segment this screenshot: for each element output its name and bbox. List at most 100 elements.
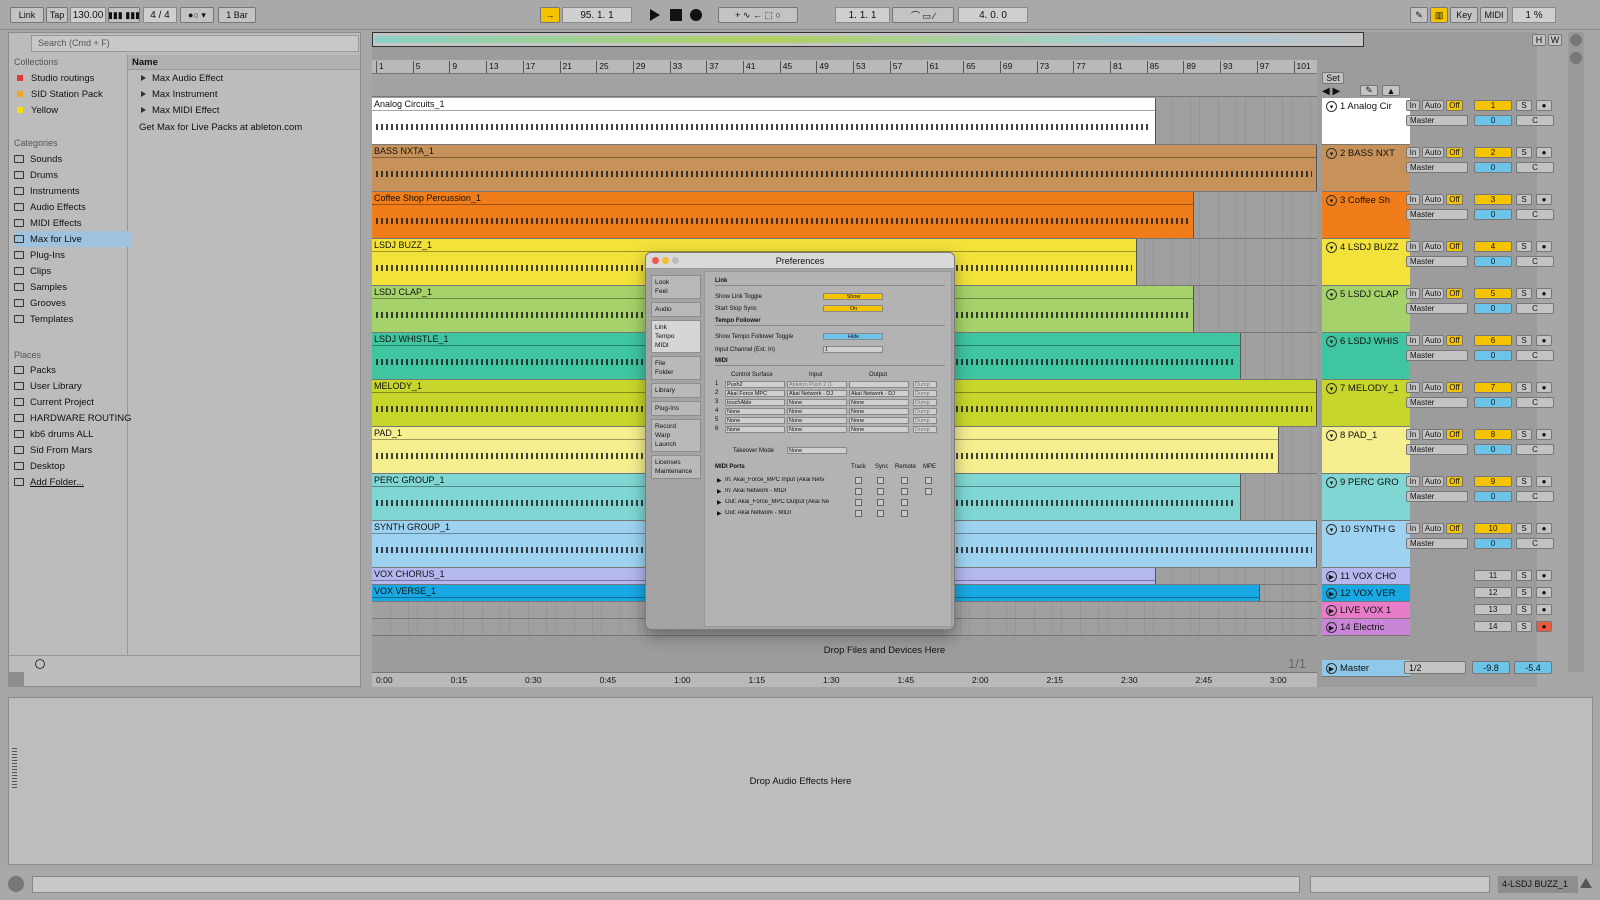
monitor-in-button[interactable]: In [1406,429,1420,440]
collection-item[interactable]: Yellow [14,102,132,118]
fold-icon[interactable]: ▾ [1326,101,1337,112]
track-checkbox[interactable] [855,488,862,495]
mpe-checkbox[interactable] [925,477,932,484]
track-activator[interactable]: 10 [1474,523,1512,534]
track-header[interactable]: ▾ 1 Analog Cir [1322,98,1410,145]
solo-button[interactable]: S [1516,587,1532,598]
volume-field[interactable]: 0 [1474,115,1512,126]
category-item[interactable]: Clips [14,263,132,279]
monitor-off-button[interactable]: Off [1446,100,1463,111]
locator-strip[interactable] [372,74,1317,97]
pref-tab[interactable]: File Folder [651,356,701,380]
volume-field[interactable]: 0 [1474,397,1512,408]
record-icon[interactable] [690,9,702,21]
dump-button[interactable]: Dump [913,399,937,406]
category-item[interactable]: Instruments [14,183,132,199]
zoom-icon[interactable] [672,257,679,264]
time-ruler[interactable]: 0:00 0:15 0:30 0:45 1:00 1:15 1:30 1:45 2:00 2:15… [372,672,1317,687]
search-input[interactable]: Search (Cmd + F) [31,35,359,52]
input-select[interactable]: Akai Network - DJ [787,390,847,397]
track-header[interactable]: ▾ 6 LSDJ WHIS [1322,333,1410,380]
play-icon[interactable] [650,9,660,21]
track-checkbox[interactable] [855,477,862,484]
resize-handle[interactable] [12,748,17,788]
monitor-off-button[interactable]: Off [1446,523,1463,534]
dump-button[interactable]: Dump [913,426,937,433]
solo-button[interactable]: S [1516,621,1532,632]
output-select[interactable]: Master [1406,350,1468,361]
pref-tab[interactable]: Library [651,383,701,398]
track-checkbox[interactable] [855,510,862,517]
volume-field[interactable]: 0 [1474,303,1512,314]
track-header[interactable]: ▾ 4 LSDJ BUZZ [1322,239,1410,286]
tempo-follower-toggle-button[interactable]: Hide [823,333,883,340]
pan-field[interactable]: C [1516,538,1554,549]
output-select[interactable]: Master [1406,444,1468,455]
control-surface-select[interactable]: touchAble [725,399,785,406]
pan-field[interactable]: C [1516,256,1554,267]
play-icon[interactable]: ▶ [1326,622,1337,633]
monitor-off-button[interactable]: Off [1446,147,1463,158]
place-item[interactable]: Sid From Mars [14,442,132,458]
track-header[interactable]: ▾ 5 LSDJ CLAP [1322,286,1410,333]
volume-field[interactable]: 0 [1474,209,1512,220]
right-scroll-strip[interactable] [1568,32,1584,672]
solo-button[interactable]: S [1516,570,1532,581]
track-activator[interactable]: 13 [1474,604,1512,615]
dump-button[interactable]: Dump [913,381,937,388]
track-header[interactable]: ▾ 3 Coffee Sh [1322,192,1410,239]
monitor-in-button[interactable]: In [1406,147,1420,158]
solo-button[interactable]: S [1516,241,1532,252]
arm-icon[interactable]: ● [1536,476,1552,487]
fold-icon[interactable]: ▾ [1326,383,1337,394]
collection-item[interactable]: SID Station Pack [14,86,132,102]
pan-field[interactable]: C [1516,303,1554,314]
beat-ruler[interactable]: 1 5 9 13 17 21 25 29 33 37 41 45 49 53 57 61 65 69 73 77 81 8… [372,60,1317,74]
monitor-auto-button[interactable]: Auto [1422,335,1444,346]
output-select[interactable]: Master [1406,256,1468,267]
output-select[interactable]: Master [1406,162,1468,173]
monitor-off-button[interactable]: Off [1446,288,1463,299]
pan-field[interactable]: C [1516,115,1554,126]
remote-checkbox[interactable] [901,510,908,517]
monitor-auto-button[interactable]: Auto [1422,194,1444,205]
output-select[interactable]: Master [1406,209,1468,220]
input-select[interactable]: None [787,417,847,424]
track-activator[interactable]: 8 [1474,429,1512,440]
solo-button[interactable]: S [1516,604,1532,615]
w-zoom-button[interactable]: W [1548,34,1562,46]
fold-icon[interactable]: ▾ [1326,148,1337,159]
track-activator[interactable]: 2 [1474,147,1512,158]
meter-field[interactable]: 4 / 4 [143,7,177,23]
nudge-buttons[interactable]: ▮▮▮ ▮▮▮ [108,7,140,23]
monitor-in-button[interactable]: In [1406,335,1420,346]
tap-button[interactable]: Tap [46,7,68,23]
category-item[interactable]: Grooves [14,295,132,311]
pan-field[interactable]: C [1516,444,1554,455]
volume-field[interactable]: 0 [1474,538,1512,549]
category-item[interactable]: Samples [14,279,132,295]
output-select[interactable]: Master [1406,115,1468,126]
track-activator[interactable]: 7 [1474,382,1512,393]
name-list-item[interactable]: Max Instrument [141,86,217,102]
preferences-titlebar[interactable]: Preferences [646,253,954,269]
keyboard-button[interactable]: ▥ [1430,7,1448,23]
sync-checkbox[interactable] [877,499,884,506]
arm-icon[interactable]: ● [1536,523,1552,534]
pref-tab[interactable]: Plug-Ins [651,401,701,416]
arm-icon[interactable]: ● [1536,382,1552,393]
track-activator[interactable]: 12 [1474,587,1512,598]
monitor-off-button[interactable]: Off [1446,241,1463,252]
output-select[interactable]: Master [1406,491,1468,502]
pref-tab[interactable]: Audio [651,302,701,317]
monitor-off-button[interactable]: Off [1446,476,1463,487]
volume-field[interactable]: 0 [1474,444,1512,455]
volume-field[interactable]: 0 [1474,491,1512,502]
solo-button[interactable]: S [1516,100,1532,111]
track-header[interactable]: ▶ 11 VOX CHO [1322,568,1410,585]
loop-length-field[interactable]: 4. 0. 0 [958,7,1028,23]
arm-icon[interactable]: ● [1536,570,1552,581]
dump-button[interactable]: Dump [913,390,937,397]
pref-tab[interactable]: Look Feel [651,275,701,299]
place-item[interactable]: HARDWARE ROUTING [14,410,132,426]
